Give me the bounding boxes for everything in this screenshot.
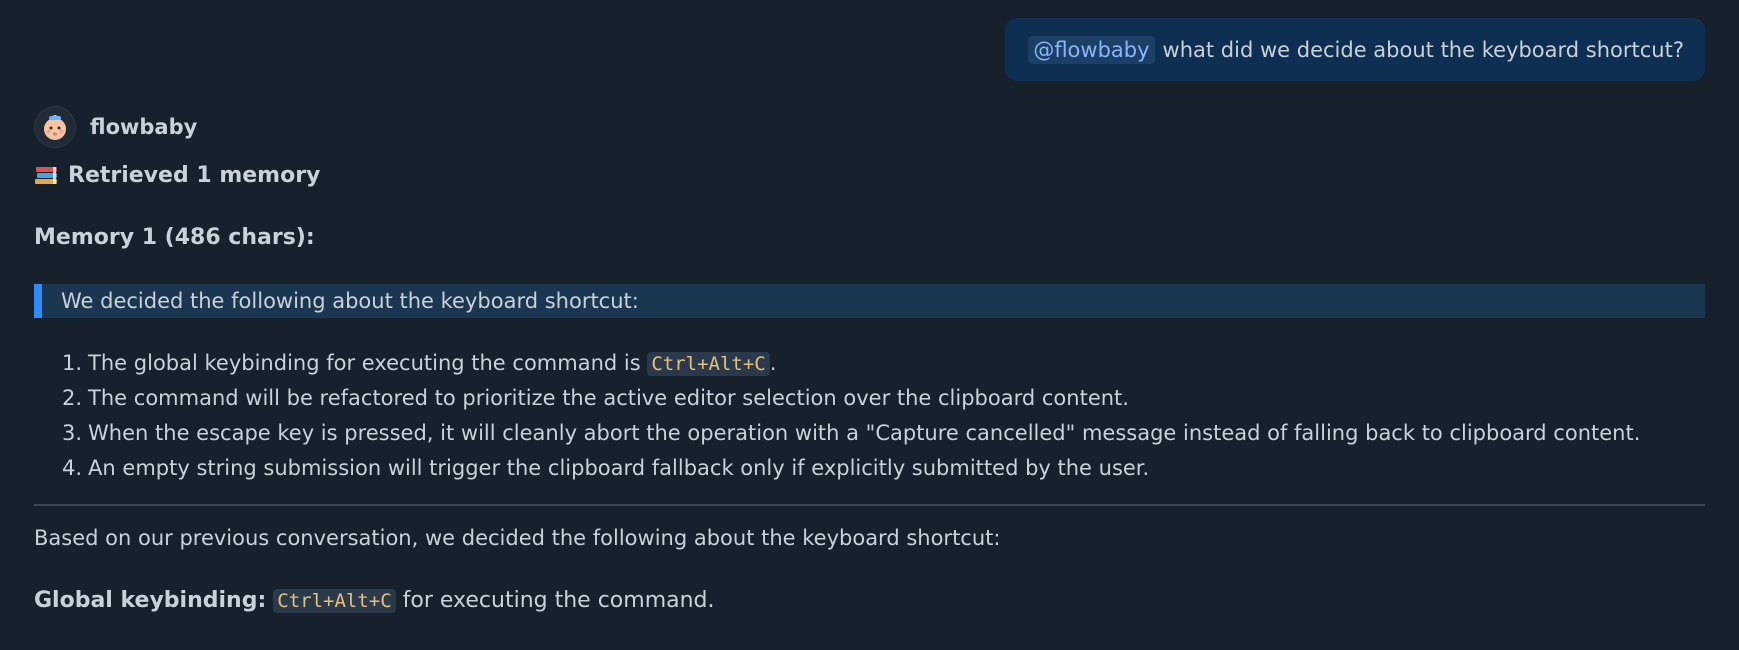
list-item: 2. The command will be refactored to prio… xyxy=(62,381,1705,416)
list-item-number: 3. xyxy=(62,421,83,445)
assistant-name: flowbaby xyxy=(90,115,198,139)
list-item-number: 1. xyxy=(62,351,83,375)
chat-view: @flowbaby what did we decide about the k… xyxy=(0,0,1739,650)
list-item-text: An empty string submission will trigger … xyxy=(88,456,1150,480)
divider xyxy=(34,504,1705,506)
keybinding-description: for executing the command. xyxy=(402,588,715,613)
list-item-suffix: . xyxy=(769,351,777,375)
memory-quote-text: We decided the following about the keybo… xyxy=(61,289,639,313)
list-item: 3. When the escape key is pressed, it wil… xyxy=(62,416,1705,451)
list-item-number: 4. xyxy=(62,456,83,480)
retrieval-status-text: Retrieved 1 memory xyxy=(68,162,321,188)
assistant-header: flowbaby xyxy=(34,105,1705,149)
list-item: 4. An empty string submission will trigge… xyxy=(62,451,1705,486)
books-icon xyxy=(34,164,60,186)
retrieval-status: Retrieved 1 memory xyxy=(34,159,1705,191)
answer-intro: Based on our previous conversation, we d… xyxy=(34,526,1001,550)
list-item-text: When the escape key is pressed, it will … xyxy=(88,421,1641,445)
memory-quote: We decided the following about the keybo… xyxy=(34,284,1705,318)
user-message-bubble: @flowbaby what did we decide about the k… xyxy=(1005,18,1705,81)
memory-list: 1. The global keybinding for executing th… xyxy=(34,346,1705,486)
baby-face-icon xyxy=(44,115,66,140)
inline-code: Ctrl+Alt+C xyxy=(273,589,396,613)
list-item: 1. The global keybinding for executing th… xyxy=(62,346,1705,381)
keybinding-label: Global keybinding: xyxy=(34,588,267,613)
user-message-text: what did we decide about the keyboard sh… xyxy=(1162,37,1684,62)
inline-code: Ctrl+Alt+C xyxy=(647,352,770,376)
mention-tag[interactable]: @flowbaby xyxy=(1028,35,1155,64)
memory-title: Memory 1 (486 chars): xyxy=(34,225,315,250)
list-item-text: The global keybinding for executing the … xyxy=(88,351,641,375)
avatar xyxy=(34,106,76,148)
answer-keybinding: Global keybinding: Ctrl+Alt+C for execut… xyxy=(34,584,1705,618)
list-item-number: 2. xyxy=(62,386,83,410)
user-message-row: @flowbaby what did we decide about the k… xyxy=(34,0,1705,81)
list-item-text: The command will be refactored to priori… xyxy=(88,386,1129,410)
